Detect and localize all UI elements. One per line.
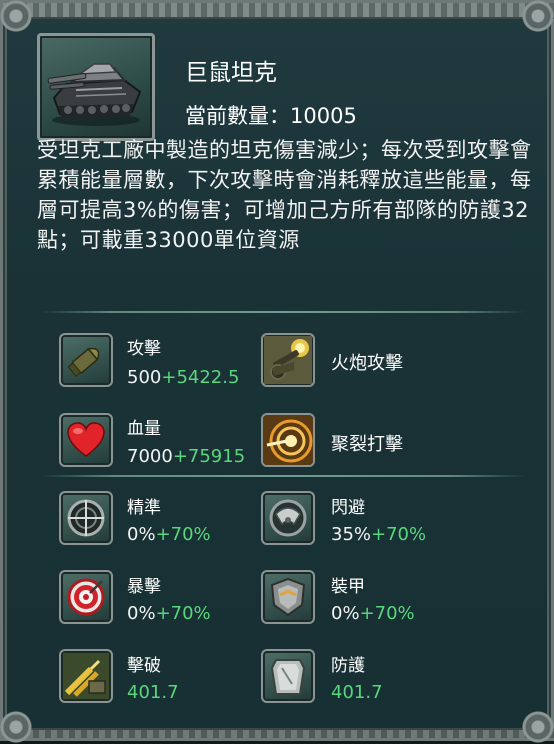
unit-info-panel: 巨鼠坦克 當前數量：10005 受坦克工廠中製造的坦克傷害減少；每次受到攻擊會累…	[0, 0, 554, 744]
panel-frame-bottom	[3, 728, 554, 738]
attack-label: 攻擊	[127, 339, 161, 359]
armor-base: 0%	[331, 603, 360, 624]
cannon-icon[interactable]	[261, 333, 315, 387]
target-icon[interactable]	[59, 570, 113, 624]
dodge-bonus: +70%	[371, 524, 427, 545]
hp-label: 血量	[127, 419, 161, 439]
section-divider	[41, 475, 525, 477]
tank-icon	[47, 63, 142, 126]
crit-base: 0%	[127, 603, 156, 624]
crosshair-icon[interactable]	[59, 491, 113, 545]
bullets-icon[interactable]	[59, 649, 113, 703]
hp-base: 7000	[127, 446, 173, 467]
unit-count-value: 10005	[290, 104, 357, 128]
crit-value: 0%+70%	[127, 603, 211, 624]
hp-value: 7000+75915	[127, 446, 245, 467]
penetration-value: 401.7	[127, 682, 179, 703]
accuracy-base: 0%	[127, 524, 156, 545]
corner-rivet-icon	[521, 0, 554, 33]
shell-icon[interactable]	[59, 333, 113, 387]
armor-label: 裝甲	[331, 577, 365, 597]
corner-rivet-icon	[0, 0, 33, 33]
dodge-base: 35%	[331, 524, 372, 545]
accuracy-value: 0%+70%	[127, 524, 211, 545]
attack-value: 500+5422.5	[127, 367, 239, 388]
defense-label: 防護	[331, 656, 365, 676]
burst-icon[interactable]	[261, 413, 315, 467]
unit-count: 當前數量：10005	[185, 100, 357, 130]
crit-label: 暴擊	[127, 577, 161, 597]
attack-bonus: +5422.5	[161, 367, 240, 388]
shield-icon[interactable]	[261, 649, 315, 703]
corner-rivet-icon	[0, 710, 33, 744]
penetration-label: 擊破	[127, 656, 161, 676]
panel-frame-top	[3, 3, 554, 19]
heart-icon[interactable]	[59, 413, 113, 467]
section-divider	[41, 311, 525, 313]
corner-rivet-icon	[521, 710, 554, 744]
armor-value: 0%+70%	[331, 603, 415, 624]
unit-name: 巨鼠坦克	[185, 60, 277, 86]
unit-count-label: 當前數量：	[185, 104, 290, 128]
dodge-value: 35%+70%	[331, 524, 426, 545]
unit-portrait	[37, 33, 155, 141]
hp-bonus: +75915	[172, 446, 246, 467]
accuracy-bonus: +70%	[155, 524, 211, 545]
armor-bonus: +70%	[359, 603, 415, 624]
radar-icon[interactable]	[261, 491, 315, 545]
crit-bonus: +70%	[155, 603, 211, 624]
skill-2-label: 聚裂打擊	[331, 434, 403, 455]
skill-1-label: 火炮攻擊	[331, 353, 403, 374]
defense-value: 401.7	[331, 682, 383, 703]
accuracy-label: 精準	[127, 498, 161, 518]
dodge-label: 閃避	[331, 498, 365, 518]
attack-base: 500	[127, 367, 162, 388]
unit-description: 受坦克工廠中製造的坦克傷害減少；每次受到攻擊會累積能量層數，下次攻擊時會消耗釋放…	[37, 138, 532, 252]
armor-plate-icon[interactable]	[261, 570, 315, 624]
